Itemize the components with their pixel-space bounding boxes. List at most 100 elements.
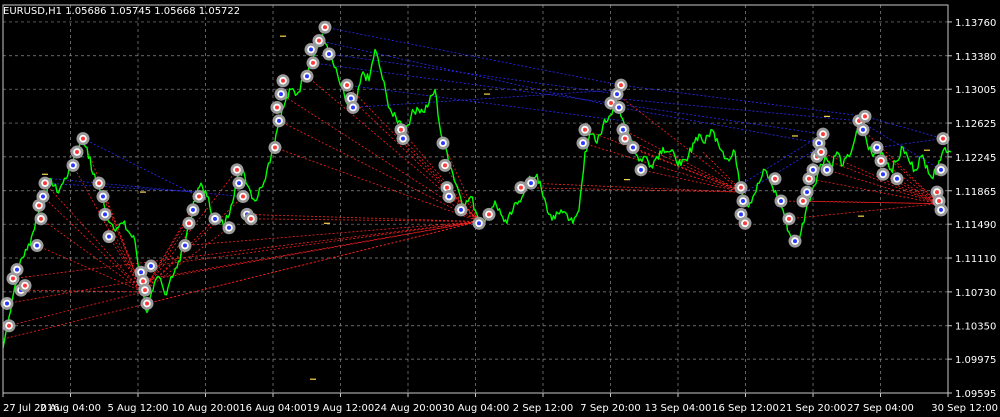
- signal-marker: [92, 176, 106, 190]
- down-dot: [345, 83, 349, 88]
- down-dot: [39, 216, 43, 221]
- up-dot: [107, 234, 111, 239]
- chart-title: EURUSD,H1 1.05686 1.05745 1.05668 1.0572…: [3, 6, 240, 17]
- down-dot: [619, 83, 623, 88]
- x-tick-label: 30 Aug 04:00: [442, 403, 509, 414]
- signal-marker: [244, 212, 258, 226]
- signal-marker: [874, 154, 888, 168]
- signal-marker: [312, 34, 326, 48]
- up-dot: [71, 163, 75, 168]
- signal-marker: [236, 190, 250, 204]
- y-tick-label: 1.10730: [955, 288, 996, 299]
- signal-marker: [272, 114, 286, 128]
- down-dot: [399, 127, 403, 132]
- up-dot: [861, 127, 865, 132]
- signal-marker: [800, 185, 814, 199]
- signal-marker: [38, 176, 52, 190]
- signal-marker: [934, 203, 948, 217]
- down-dot: [249, 216, 253, 221]
- up-dot: [477, 221, 481, 226]
- y-tick-label: 1.13760: [955, 18, 996, 29]
- signal-marker: [222, 221, 236, 235]
- up-dot: [875, 145, 879, 150]
- up-dot: [615, 92, 619, 97]
- up-dot: [15, 267, 19, 272]
- up-dot: [739, 212, 743, 217]
- up-dot: [191, 207, 195, 212]
- signal-marker: [138, 283, 152, 297]
- up-dot: [459, 207, 463, 212]
- up-dot: [881, 172, 885, 177]
- down-dot: [75, 150, 79, 155]
- signal-marker: [612, 100, 626, 114]
- down-dot: [819, 150, 823, 155]
- signal-marker: [268, 141, 282, 155]
- up-dot: [529, 181, 533, 186]
- up-dot: [35, 243, 39, 248]
- down-dot: [445, 185, 449, 190]
- down-dot: [7, 323, 11, 328]
- up-dot: [103, 212, 107, 217]
- signal-marker: [396, 132, 410, 146]
- up-dot: [351, 105, 355, 110]
- down-dot: [743, 221, 747, 226]
- down-dot: [773, 176, 777, 181]
- up-dot: [639, 167, 643, 172]
- signal-marker: [36, 190, 50, 204]
- y-tick-label: 1.09595: [955, 389, 996, 400]
- up-dot: [401, 136, 405, 141]
- x-tick-label: 5 Aug 12:00: [107, 403, 168, 414]
- down-dot: [273, 145, 277, 150]
- y-tick-label: 1.10350: [955, 322, 996, 333]
- signal-marker: [208, 212, 222, 226]
- up-dot: [349, 96, 353, 101]
- up-dot: [447, 194, 451, 199]
- signal-marker: [876, 167, 890, 181]
- y-tick-label: 1.13380: [955, 52, 996, 63]
- up-dot: [305, 74, 309, 79]
- x-tick-label: 2 Sep 12:00: [513, 403, 573, 414]
- y-tick-label: 1.12245: [955, 153, 996, 164]
- signal-marker: [98, 207, 112, 221]
- signal-marker: [76, 132, 90, 146]
- signal-marker: [140, 296, 154, 310]
- price-chart: 1.13760 1.13380 1.13005 1.12625 1.12245 1.118…: [0, 0, 1000, 417]
- down-dot: [241, 194, 245, 199]
- down-dot: [323, 25, 327, 30]
- signal-marker: [322, 47, 336, 61]
- x-tick-label: 30 Sep 12:00: [931, 403, 998, 414]
- up-dot: [183, 243, 187, 248]
- down-dot: [235, 167, 239, 172]
- x-tick-label: 16 Aug 04:00: [239, 403, 306, 414]
- down-dot: [487, 212, 491, 217]
- x-tick-label: 16 Sep 12:00: [712, 403, 779, 414]
- signal-marker: [270, 100, 284, 114]
- signal-marker: [472, 216, 486, 230]
- up-dot: [139, 270, 143, 275]
- down-dot: [275, 105, 279, 110]
- signal-marker: [626, 141, 640, 155]
- x-tick-label: 21 Sep 20:00: [780, 403, 847, 414]
- signal-marker: [734, 181, 748, 195]
- x-tick-label: 19 Aug 12:00: [307, 403, 374, 414]
- down-dot: [879, 158, 883, 163]
- up-dot: [101, 194, 105, 199]
- down-dot: [11, 276, 15, 281]
- signal-marker: [634, 163, 648, 177]
- up-dot: [817, 141, 821, 146]
- y-tick-label: 1.11865: [955, 187, 996, 198]
- signal-marker: [482, 207, 496, 221]
- x-tick-label: 10 Aug 20:00: [172, 403, 239, 414]
- down-dot: [807, 176, 811, 181]
- signal-marker: [2, 319, 16, 333]
- signal-marker: [806, 163, 820, 177]
- signal-marker: [0, 296, 14, 310]
- down-dot: [23, 283, 27, 288]
- signal-marker: [306, 56, 320, 70]
- up-dot: [895, 176, 899, 181]
- down-dot: [787, 216, 791, 221]
- down-dot: [145, 301, 149, 306]
- signal-marker: [34, 212, 48, 226]
- y-tick-label: 1.11490: [955, 220, 996, 231]
- up-dot: [631, 145, 635, 150]
